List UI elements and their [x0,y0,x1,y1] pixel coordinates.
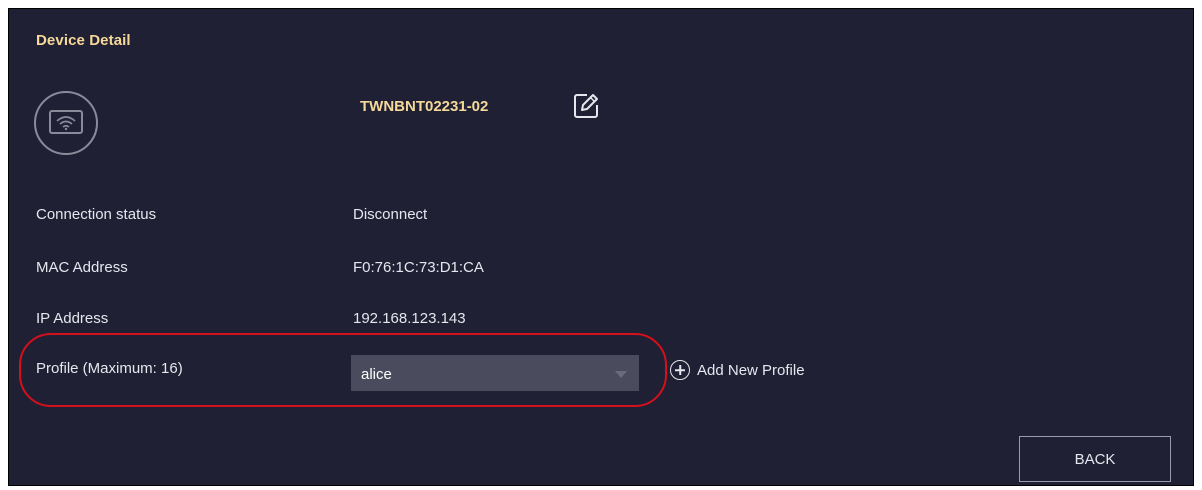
connection-status-label: Connection status [36,206,157,223]
mac-address-label: MAC Address [36,259,128,276]
chevron-down-icon [615,371,627,378]
page-title: Device Detail [36,32,131,49]
back-button[interactable]: BACK [1019,436,1171,482]
add-new-profile-label: Add New Profile [697,361,805,379]
profile-label: Profile (Maximum: 16) [36,360,183,377]
ip-address-label: IP Address [36,310,109,327]
profile-select[interactable]: alice [351,355,639,391]
connection-status-value: Disconnect [353,206,428,223]
profile-selected-value: alice [361,366,392,383]
ip-address-value: 192.168.123.143 [353,310,466,327]
plus-circle-icon [670,360,690,380]
add-new-profile-button[interactable]: Add New Profile [670,358,805,382]
mac-address-value: F0:76:1C:73:D1:CA [353,259,484,276]
device-name: TWNBNT02231-02 [360,98,489,115]
wifi-device-icon [34,91,98,155]
device-detail-panel: Device Detail TWNBNT02231-02 Connection … [8,8,1194,486]
edit-icon[interactable] [572,92,600,120]
